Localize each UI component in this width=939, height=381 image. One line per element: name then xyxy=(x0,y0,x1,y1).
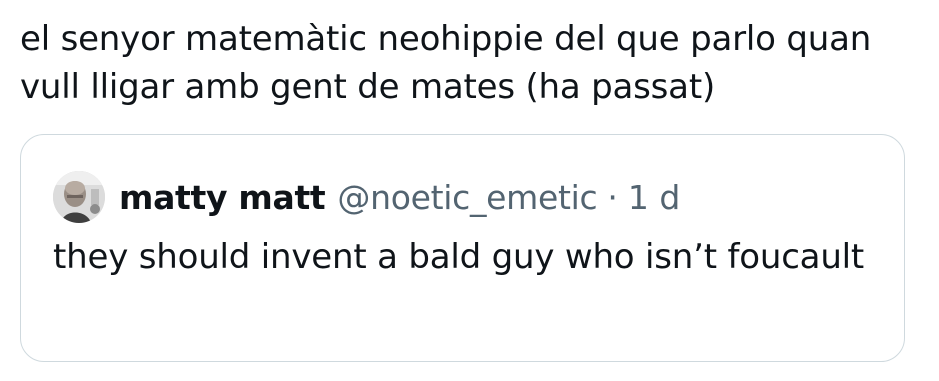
author-handle[interactable]: @noetic_emetic xyxy=(337,178,597,217)
top-clipped-line xyxy=(96,0,456,4)
timestamp[interactable]: 1 d xyxy=(628,178,680,217)
quoted-tweet-text: they should invent a bald guy who isn’t … xyxy=(53,237,865,277)
quoted-tweet-header: matty matt @noetic_emetic · 1 d xyxy=(53,171,680,223)
quoted-tweet-card[interactable]: matty matt @noetic_emetic · 1 d they sho… xyxy=(20,134,905,362)
meta-separator: · xyxy=(607,177,618,217)
tweet-text: el senyor matemàtic neohippie del que pa… xyxy=(20,19,872,107)
author-name[interactable]: matty matt xyxy=(119,178,326,217)
avatar[interactable] xyxy=(53,171,105,223)
avatar-image xyxy=(53,171,105,223)
